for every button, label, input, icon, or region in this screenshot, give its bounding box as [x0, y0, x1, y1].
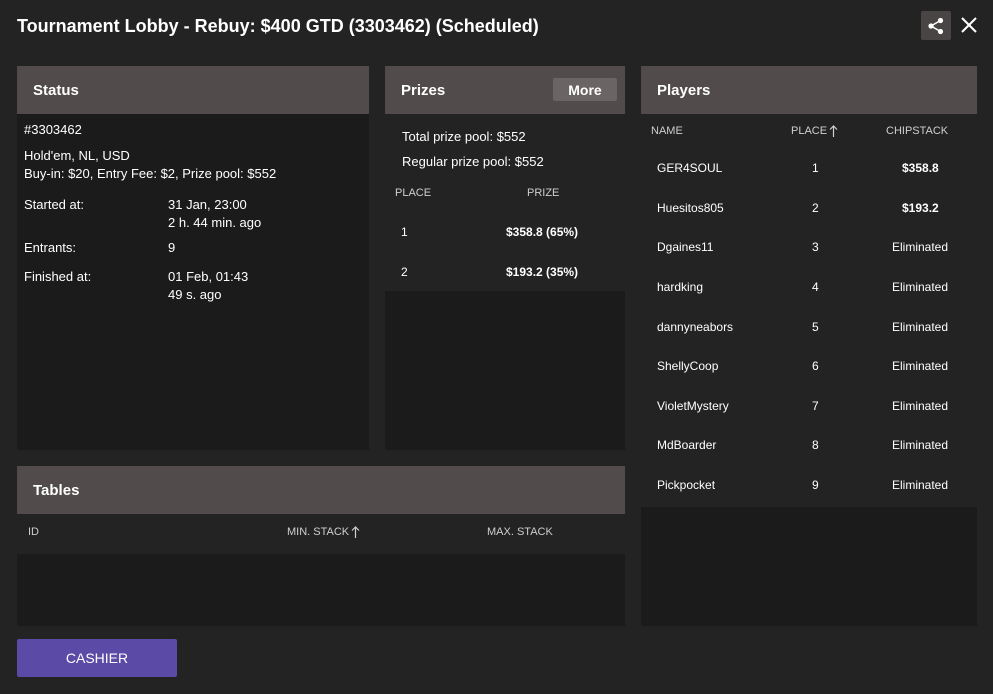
player-row[interactable]: VioletMystery 7 Eliminated: [641, 399, 977, 419]
prizes-panel: Prizes More Total prize pool: $552 Regul…: [385, 66, 625, 450]
player-place: 6: [812, 359, 819, 373]
tables-column-header: ID MIN. STACK MAX. STACK: [17, 514, 625, 554]
players-header: Players: [641, 66, 977, 114]
prize-table: PLACE PRIZE 1 $358.8 (65%) 2 $193.2 (35%…: [385, 176, 625, 291]
player-place: 8: [812, 438, 819, 452]
player-row[interactable]: Huesitos805 2 $193.2: [641, 201, 977, 221]
share-button[interactable]: [921, 11, 951, 40]
tables-col-min-stack-label: MIN. STACK: [287, 526, 350, 538]
cashier-button[interactable]: CASHIER: [17, 639, 177, 677]
regular-pool-label: Regular prize pool:: [402, 154, 512, 169]
player-name: Pickpocket: [657, 478, 716, 492]
player-row[interactable]: hardking 4 Eliminated: [641, 280, 977, 300]
player-chipstack: Eliminated: [892, 240, 949, 254]
player-chipstack: Eliminated: [892, 399, 949, 413]
player-row[interactable]: ShellyCoop 6 Eliminated: [641, 359, 977, 379]
prize-col-prize: PRIZE: [527, 187, 560, 199]
player-chipstack: Eliminated: [892, 320, 949, 334]
player-place: 2: [812, 201, 819, 215]
player-name: hardking: [657, 280, 704, 294]
player-place: 7: [812, 399, 819, 413]
more-button[interactable]: More: [553, 78, 617, 101]
arrow-up-icon: [351, 526, 360, 539]
player-place: 4: [812, 280, 819, 294]
players-panel: Players NAME PLACE CHIPSTACK GER4SOUL 1 …: [641, 66, 977, 626]
prize-row-place: 1: [401, 225, 408, 239]
player-name: MdBoarder: [657, 438, 717, 452]
status-panel: Status #3303462 Hold'em, NL, USD Buy-in:…: [17, 66, 369, 450]
player-place: 5: [812, 320, 819, 334]
player-row[interactable]: MdBoarder 8 Eliminated: [641, 438, 977, 458]
player-name: ShellyCoop: [657, 359, 719, 373]
player-row[interactable]: GER4SOUL 1 $358.8: [641, 161, 977, 181]
player-place: 3: [812, 240, 819, 254]
share-icon: [928, 17, 944, 34]
player-name: Dgaines11: [657, 240, 714, 254]
total-pool-value: $552: [496, 129, 526, 144]
player-chipstack: $358.8: [902, 161, 939, 175]
player-name: Huesitos805: [657, 201, 724, 215]
tables-header: Tables: [17, 466, 625, 514]
started-value: 31 Jan, 23:00: [168, 197, 247, 212]
status-header: Status: [17, 66, 369, 114]
entrants-value: 9: [168, 240, 176, 255]
player-chipstack: Eliminated: [892, 438, 949, 452]
finished-value: 01 Feb, 01:43: [168, 269, 249, 284]
players-table: NAME PLACE CHIPSTACK GER4SOUL 1 $358.8 H…: [641, 114, 977, 507]
entrants-label: Entrants:: [24, 240, 77, 255]
player-row[interactable]: Dgaines11 3 Eliminated: [641, 240, 977, 260]
prize-col-place: PLACE: [395, 187, 432, 199]
player-chipstack: Eliminated: [892, 280, 949, 294]
buyin-info: Buy-in: $20, Entry Fee: $2, Prize pool: …: [24, 166, 277, 181]
tables-col-id[interactable]: ID: [28, 526, 39, 538]
player-chipstack: $193.2: [902, 201, 939, 215]
close-icon: [961, 17, 977, 33]
player-row[interactable]: Pickpocket 9 Eliminated: [641, 478, 977, 498]
player-chipstack: Eliminated: [892, 359, 949, 373]
finished-label: Finished at:: [24, 269, 92, 284]
tables-col-min-stack[interactable]: MIN. STACK: [287, 526, 360, 539]
tables-panel: Tables ID MIN. STACK MAX. STACK: [17, 466, 625, 626]
player-chipstack: Eliminated: [892, 478, 949, 492]
prizes-header: Prizes More: [385, 66, 625, 114]
players-col-name[interactable]: NAME: [651, 125, 683, 137]
player-row[interactable]: dannyneabors 5 Eliminated: [641, 320, 977, 340]
prizes-title: Prizes: [401, 81, 446, 99]
prize-pool-summary: Total prize pool: $552 Regular prize poo…: [385, 114, 625, 176]
player-name: dannyneabors: [657, 320, 734, 334]
window-title: Tournament Lobby - Rebuy: $400 GTD (3303…: [17, 16, 539, 36]
player-name: VioletMystery: [657, 399, 729, 413]
prize-row-amount: $193.2 (35%): [506, 265, 579, 279]
regular-pool-value: $552: [514, 154, 544, 169]
players-col-chipstack[interactable]: CHIPSTACK: [886, 125, 948, 137]
finished-ago: 49 s. ago: [168, 287, 222, 302]
tables-col-max-stack[interactable]: MAX. STACK: [487, 526, 553, 538]
arrow-up-icon: [829, 125, 838, 138]
prize-row-amount: $358.8 (65%): [506, 225, 579, 239]
total-pool-label: Total prize pool:: [402, 129, 494, 144]
started-ago: 2 h. 44 min. ago: [168, 215, 262, 230]
prize-row-place: 2: [401, 265, 408, 279]
game-type: Hold'em, NL, USD: [24, 148, 130, 163]
player-place: 1: [812, 161, 819, 175]
player-name: GER4SOUL: [657, 161, 723, 175]
close-button[interactable]: [957, 13, 981, 37]
players-col-place-label: PLACE: [791, 125, 828, 137]
players-col-place[interactable]: PLACE: [791, 125, 838, 138]
tournament-id: #3303462: [24, 122, 82, 137]
player-place: 9: [812, 478, 819, 492]
started-label: Started at:: [24, 197, 84, 212]
